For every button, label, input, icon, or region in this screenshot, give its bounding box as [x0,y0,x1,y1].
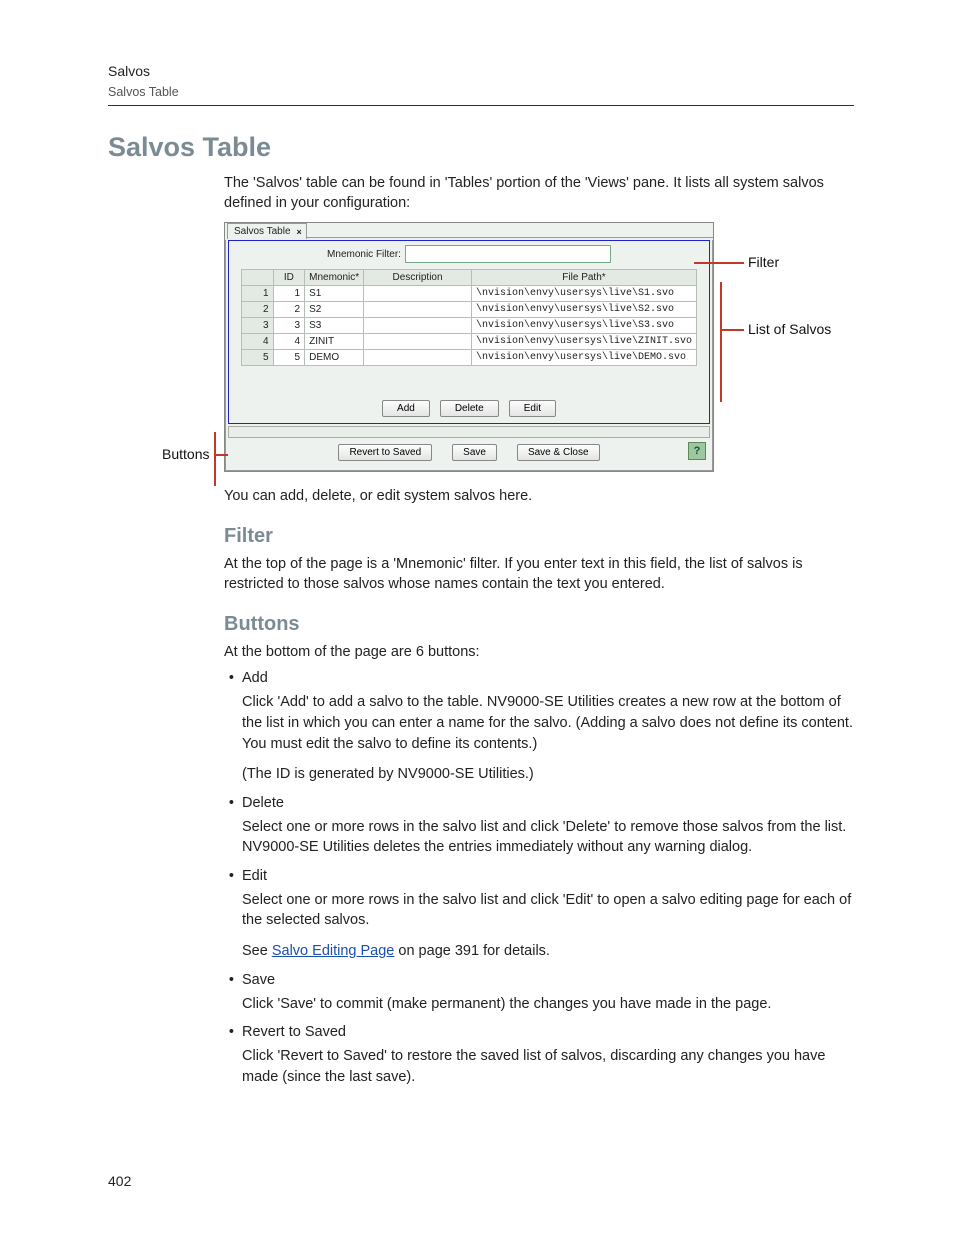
filter-heading: Filter [224,525,854,548]
col-id[interactable]: ID [273,270,305,286]
footer-button-bar: Revert to Saved Save Save & Close ? [228,440,710,465]
bullet-body: Select one or more rows in the salvo lis… [242,817,854,858]
callout-list-label: List of Salvos [748,321,831,337]
revert-button[interactable]: Revert to Saved [338,444,432,461]
cell-rownum: 1 [242,286,274,302]
cell-filepath[interactable]: \nvision\envy\usersys\live\S2.svo [471,302,696,318]
cell-mnemonic[interactable]: ZINIT [305,334,364,350]
list-item: Save Click 'Save' to commit (make perman… [242,972,854,1015]
cell-description[interactable] [364,334,472,350]
cell-id: 2 [273,302,305,318]
list-item: Edit Select one or more rows in the salv… [242,868,854,962]
callout-buttons-label: Buttons [162,446,209,462]
bullet-title: Save [242,972,275,988]
cell-rownum: 4 [242,334,274,350]
bullet-title: Delete [242,795,284,811]
col-description[interactable]: Description [364,270,472,286]
list-item: Add Click 'Add' to add a salvo to the ta… [242,670,854,784]
cell-description[interactable] [364,350,472,366]
callout-filter-line [694,262,744,264]
bullet-body: Click 'Revert to Saved' to restore the s… [242,1046,854,1087]
cell-rownum: 5 [242,350,274,366]
add-button[interactable]: Add [382,400,430,417]
page-number: 402 [108,1173,131,1189]
separator-strip [228,426,710,438]
cell-mnemonic[interactable]: S2 [305,302,364,318]
bullet-body: See Salvo Editing Page on page 391 for d… [242,941,854,962]
cell-mnemonic[interactable]: S1 [305,286,364,302]
list-item: Revert to Saved Click 'Revert to Saved' … [242,1024,854,1087]
table-header-row: ID Mnemonic* Description File Path* [242,270,697,286]
save-close-button[interactable]: Save & Close [517,444,600,461]
action-button-bar: Add Delete Edit [229,400,709,423]
intro-paragraph: The 'Salvos' table can be found in 'Tabl… [224,173,854,214]
tab-salvos-table[interactable]: Salvos Table × [227,223,307,239]
cell-rownum: 3 [242,318,274,334]
screenshot-figure: Salvos Table × Mnemonic Filter: [224,222,854,472]
bullet-body: Click 'Save' to commit (make permanent) … [242,994,854,1015]
mnemonic-filter-input[interactable] [405,245,611,263]
cell-description[interactable] [364,302,472,318]
bullet-body: (The ID is generated by NV9000-SE Utilit… [242,764,854,785]
filter-label: Mnemonic Filter: [327,249,401,260]
running-header-subtitle: Salvos Table [108,85,854,99]
cell-id: 4 [273,334,305,350]
table-row[interactable]: 11S1\nvision\envy\usersys\live\S1.svo [242,286,697,302]
table-row[interactable]: 44ZINIT\nvision\envy\usersys\live\ZINIT.… [242,334,697,350]
cell-filepath[interactable]: \nvision\envy\usersys\live\DEMO.svo [471,350,696,366]
callout-buttons-line-v [214,432,216,486]
buttons-intro: At the bottom of the page are 6 buttons: [224,642,854,663]
table-row[interactable]: 55DEMO\nvision\envy\usersys\live\DEMO.sv… [242,350,697,366]
help-icon[interactable]: ? [688,442,706,460]
cell-filepath[interactable]: \nvision\envy\usersys\live\S1.svo [471,286,696,302]
delete-button[interactable]: Delete [440,400,499,417]
cell-filepath[interactable]: \nvision\envy\usersys\live\S3.svo [471,318,696,334]
cell-mnemonic[interactable]: DEMO [305,350,364,366]
table-row[interactable]: 33S3\nvision\envy\usersys\live\S3.svo [242,318,697,334]
filter-paragraph: At the top of the page is a 'Mnemonic' f… [224,554,854,595]
save-button[interactable]: Save [452,444,497,461]
cell-id: 5 [273,350,305,366]
cell-mnemonic[interactable]: S3 [305,318,364,334]
col-filepath[interactable]: File Path* [471,270,696,286]
bullet-body: Click 'Add' to add a salvo to the table.… [242,692,854,754]
callout-list-line-h [720,329,744,331]
edit-button[interactable]: Edit [509,400,556,417]
list-item: Delete Select one or more rows in the sa… [242,795,854,858]
running-header-title: Salvos [108,62,854,81]
callout-list-line-v [720,282,722,402]
bullet-title: Edit [242,868,267,884]
callout-buttons-line-h [214,454,228,456]
cell-id: 3 [273,318,305,334]
col-rownum[interactable] [242,270,274,286]
callout-filter-label: Filter [748,254,779,270]
buttons-list: Add Click 'Add' to add a salvo to the ta… [224,670,854,1087]
buttons-heading: Buttons [224,613,854,636]
tab-label: Salvos Table [234,226,291,237]
salvos-table-window: Salvos Table × Mnemonic Filter: [224,222,714,472]
cell-filepath[interactable]: \nvision\envy\usersys\live\ZINIT.svo [471,334,696,350]
bullet-title: Revert to Saved [242,1024,346,1040]
cell-id: 1 [273,286,305,302]
cell-description[interactable] [364,286,472,302]
section-heading: Salvos Table [108,132,854,163]
salvo-editing-page-link[interactable]: Salvo Editing Page [272,943,395,959]
col-mnemonic[interactable]: Mnemonic* [305,270,364,286]
close-icon[interactable]: × [297,227,302,237]
after-screenshot-paragraph: You can add, delete, or edit system salv… [224,486,854,507]
salvos-table: ID Mnemonic* Description File Path* 11S1… [241,269,697,366]
bullet-title: Add [242,670,268,686]
table-row[interactable]: 22S2\nvision\envy\usersys\live\S2.svo [242,302,697,318]
bullet-body: Select one or more rows in the salvo lis… [242,890,854,931]
cell-rownum: 2 [242,302,274,318]
header-rule [108,105,854,106]
cell-description[interactable] [364,318,472,334]
